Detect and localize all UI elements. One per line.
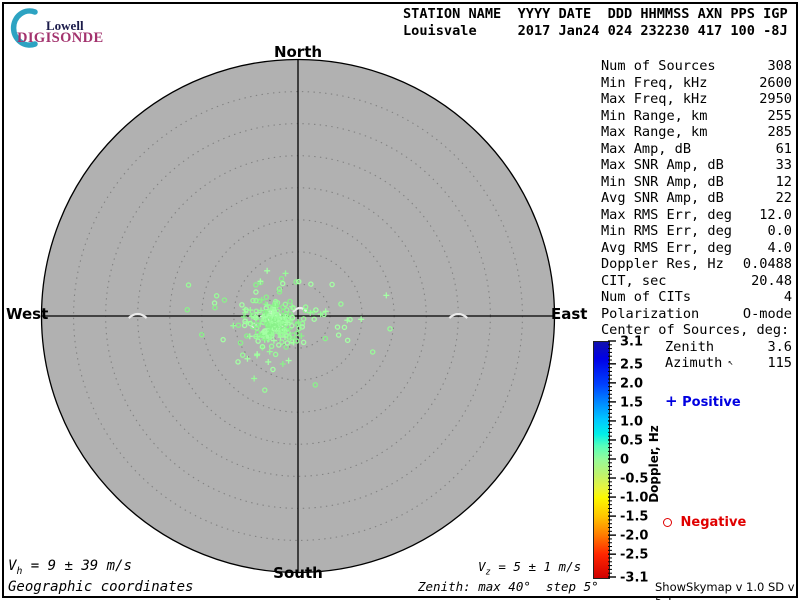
compass-south-label: South [273, 564, 323, 582]
compass-east-label: East [551, 305, 588, 323]
colorbar-tick-label: 0 [620, 453, 629, 468]
legend-negative-label: Negative [680, 515, 747, 530]
coordinate-system-note: Geographic coordinates [8, 579, 194, 595]
app-version-credit: ShowSkymap v 1.0 SD v 5.1 [655, 580, 795, 600]
circle-marker-icon [663, 518, 672, 527]
compass-north-label: North [273, 43, 323, 61]
colorbar-tick-label: -0.5 [620, 472, 648, 487]
legend-positive-label: Positive [682, 395, 741, 410]
plus-marker-icon: + [665, 392, 678, 410]
legend-negative: Negative [663, 515, 746, 530]
colorbar-tick-label: -1.0 [620, 491, 648, 506]
showskymap-window: Lowell DIGISONDE STATION NAME YYYY DATE … [0, 0, 800, 600]
colorbar-tick-label: 0.5 [620, 433, 643, 448]
colorbar-tick-label: -3.1 [620, 571, 648, 586]
colorbar-ticks: 3.1 2.5 2.0 1.5 1.0 0.5 0 -0.5 -1.0 -1.5 -2.0 -2.5 -… [608, 335, 648, 586]
colorbar-tick-label: -2.0 [620, 529, 648, 544]
colorbar-tick-label: -2.5 [620, 548, 648, 563]
compass-west-label: West [6, 305, 49, 323]
colorbar-tick-label: -1.5 [620, 510, 648, 525]
colorbar-tick-label: 1.0 [620, 414, 643, 429]
colorbar-tick-label: 2.0 [620, 376, 643, 391]
legend-positive: + Positive [665, 392, 741, 410]
colorbar-tick-label: 3.1 [620, 335, 643, 350]
vertical-velocity-readout: Vz = 5 ± 1 m/s [478, 559, 582, 578]
zenith-range-note: Zenith: max 40° step 5° [418, 579, 599, 594]
colorbar-tick-label: 2.5 [620, 357, 643, 372]
colorbar-tick-label: 1.5 [620, 395, 643, 410]
horizontal-velocity-readout: Vh = 9 ± 39 m/s [8, 558, 132, 577]
skymap-polar-plot [40, 58, 556, 574]
